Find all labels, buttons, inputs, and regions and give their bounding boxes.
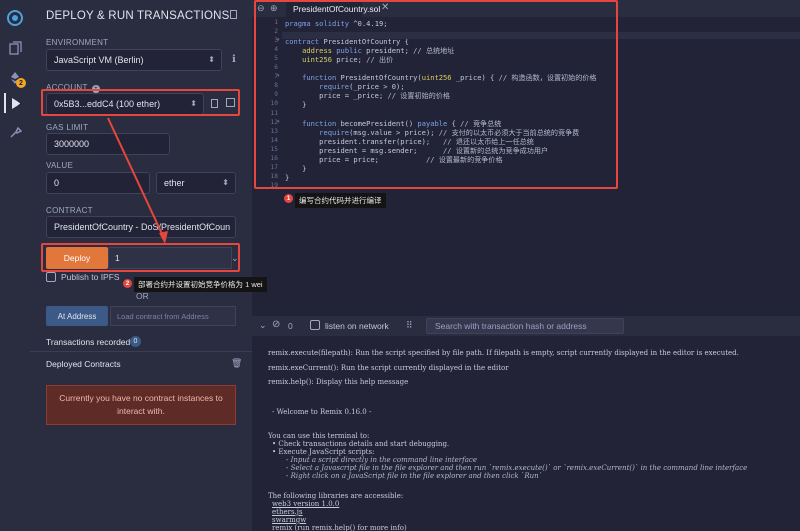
terminal-line: remix.execute(filepath): Run the script …	[268, 349, 739, 357]
terminal-line: - Input a script directly in the command…	[286, 456, 477, 464]
terminal-line: remix.exeCurrent(): Run the script curre…	[268, 364, 509, 372]
collapse-terminal-icon[interactable]: ⌄	[259, 320, 267, 331]
terminal-line: You can use this terminal to:	[268, 432, 370, 440]
terminal-line[interactable]: web3 version 1.0.0	[272, 500, 339, 508]
terminal-output: remix.execute(filepath): Run the script …	[252, 336, 800, 531]
listen-network-checkbox[interactable]	[310, 320, 320, 330]
terminal-line: - Right click on a JavaScript file in th…	[286, 472, 543, 480]
terminal-line[interactable]: ethers.js	[272, 508, 303, 516]
clear-console-icon[interactable]: ⊘	[272, 319, 280, 330]
terminal-search-input[interactable]: Search with transaction hash or address	[426, 318, 624, 334]
terminal-line[interactable]: swarmgw	[272, 516, 306, 524]
loader-icon: ⠿	[406, 320, 413, 330]
terminal-line: remix (run remix.help() for more info)	[272, 524, 407, 531]
terminal-toolbar: ⌄ ⊘ 0 listen on network ⠿ Search with tr…	[252, 316, 800, 336]
terminal-line: • Check transactions details and start d…	[272, 440, 450, 448]
terminal-line: remix.help(): Display this help message	[268, 378, 409, 386]
pending-count: 0	[288, 321, 293, 331]
terminal-line: - Welcome to Remix 0.16.0 -	[272, 408, 372, 416]
listen-network-label: listen on network	[325, 321, 389, 331]
terminal-line: - Select a Javascript file in the file e…	[286, 464, 748, 472]
terminal-line: • Execute JavaScript scripts:	[272, 448, 375, 456]
terminal-line: The following libraries are accessible:	[268, 492, 404, 500]
